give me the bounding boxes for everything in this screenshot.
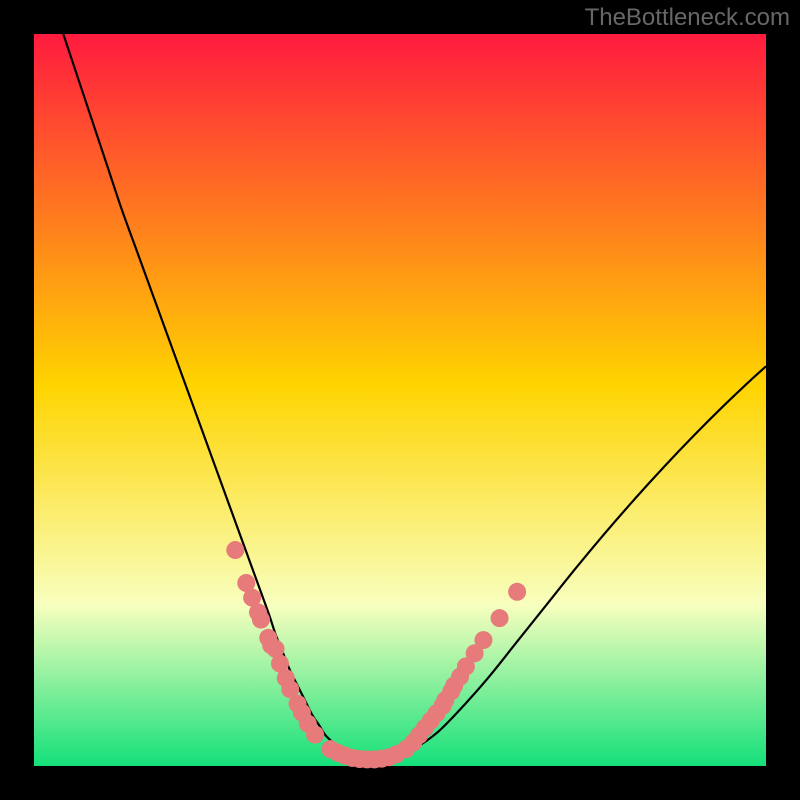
data-dot	[252, 611, 270, 629]
data-dot	[474, 631, 492, 649]
data-dot	[226, 541, 244, 559]
watermark-text: TheBottleneck.com	[585, 4, 790, 32]
bottleneck-chart	[0, 0, 800, 800]
plot-area	[34, 34, 766, 766]
data-dot	[491, 609, 509, 627]
data-dot	[306, 726, 324, 744]
chart-stage: TheBottleneck.com	[0, 0, 800, 800]
data-dot	[508, 583, 526, 601]
